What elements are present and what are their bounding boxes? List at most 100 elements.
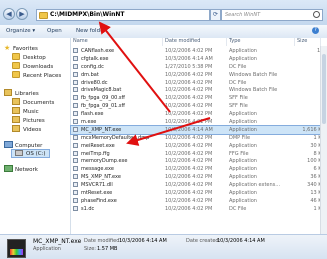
open-button[interactable]: Open	[47, 28, 62, 34]
file-name: phaseFind.exe	[81, 197, 117, 204]
organize-button[interactable]: Organize ▾	[6, 28, 35, 34]
file-icon	[73, 142, 78, 148]
file-row[interactable]: fb_fpga_09_00.sff 10/2/2006 4:02 PM SFF Fi…	[71, 94, 327, 102]
file-date: 10/2/2006 4:02 PM	[165, 134, 213, 141]
file-row[interactable]: config.dc 1/27/2010 5:38 PM DC File	[71, 63, 327, 71]
file-icon	[73, 134, 78, 140]
network-icon	[4, 165, 13, 172]
column-header-date-modified[interactable]: Date modified	[163, 38, 227, 46]
file-date: 10/2/2006 4:02 PM	[165, 87, 213, 94]
vertical-scrollbar[interactable]	[320, 46, 327, 234]
details-date-modified-label: Date modified:	[84, 238, 122, 244]
file-row[interactable]: driveMagic8.bat 10/2/2006 4:02 PM Windows …	[71, 86, 327, 94]
videos-icon	[12, 125, 20, 132]
scrollbar-thumb[interactable]	[322, 54, 326, 124]
new-folder-button[interactable]: New folder	[76, 28, 106, 34]
file-type: Application extens...	[229, 182, 281, 189]
details-file-type: Application	[33, 246, 61, 252]
file-row[interactable]: MSVCR71.dll 10/2/2006 4:02 PM Application …	[71, 181, 327, 189]
file-type: Application	[229, 197, 257, 204]
file-row[interactable]: drive80.dc 10/2/2006 4:02 PM DC File	[71, 79, 327, 87]
file-name: s1.dc	[81, 205, 95, 212]
file-name: mtReset.exe	[81, 190, 113, 197]
file-type: DC File	[229, 205, 247, 212]
file-row[interactable]: fb_fpga_09_01.sff 10/2/2006 4:02 PM SFF Fi…	[71, 102, 327, 110]
file-date: 10/2/2006 4:02 PM	[165, 174, 213, 181]
drive-icon	[15, 150, 23, 156]
file-row[interactable]: mcxMemoryDefaulted.dmp 10/2/2006 4:02 PM D…	[71, 134, 327, 142]
file-thumbnail	[7, 239, 26, 258]
file-list: Name Date modified Type Size CANflash.ex…	[70, 38, 327, 234]
file-row[interactable]: MC_XMP_NT.exe 10/3/2006 4:14 AM Applicatio…	[70, 124, 327, 135]
sidebar-item-music[interactable]: Music	[12, 107, 39, 115]
file-date: 10/3/2006 4:14 AM	[165, 55, 213, 62]
address-bar-area: ◀ ▶ C:\MIDMPX\Bin\WinNT ⟳ Search WinNT	[0, 0, 327, 25]
pictures-icon	[12, 116, 20, 123]
file-type: Application	[229, 126, 257, 133]
sidebar-item-computer[interactable]: Computer	[4, 141, 42, 149]
address-path: C:\MIDMPX\Bin\WinNT	[50, 11, 125, 18]
file-row[interactable]: flash.exe 10/2/2006 4:02 PM Application	[71, 110, 327, 118]
file-type: SFF File	[229, 95, 248, 102]
file-name: drive80.dc	[81, 79, 108, 86]
file-icon	[73, 111, 78, 117]
file-name: fb_fpga_09_00.sff	[81, 95, 125, 102]
file-row[interactable]: mtReset.exe 10/2/2006 4:02 PM Application 1…	[71, 189, 327, 197]
file-icon	[73, 150, 78, 156]
help-icon[interactable]: ?	[312, 27, 319, 34]
file-date: 10/2/2006 4:02 PM	[165, 197, 213, 204]
file-row[interactable]: meiTmp.ffg10/2/2006 4:02 PMFFG File8 KB	[71, 150, 327, 158]
file-icon	[73, 87, 78, 93]
explorer-window: ◀ ▶ C:\MIDMPX\Bin\WinNT ⟳ Search WinNT O…	[0, 0, 327, 259]
file-type: Application	[229, 142, 257, 149]
file-row[interactable]: phaseFind.exe 10/2/2006 4:02 PM Applicatio…	[71, 197, 327, 205]
back-button[interactable]: ◀	[3, 8, 15, 20]
sidebar-item-os-c[interactable]: OS (C:)	[11, 149, 50, 158]
file-type: Application	[229, 190, 257, 197]
sidebar-item-documents[interactable]: Documents	[12, 98, 54, 106]
file-name: flash.exe	[81, 111, 104, 118]
details-date-created-label: Date created:	[186, 238, 221, 244]
music-icon	[12, 107, 20, 114]
file-date: 10/2/2006 4:02 PM	[165, 142, 213, 149]
sidebar-item-desktop[interactable]: Desktop	[12, 53, 46, 61]
folder-icon	[39, 12, 48, 19]
refresh-button[interactable]: ⟳	[210, 9, 221, 21]
search-input[interactable]: Search WinNT	[221, 9, 323, 21]
file-row[interactable]: CANflash.exe 10/2/2006 4:02 PM Application…	[71, 47, 327, 55]
sidebar-item-favorites[interactable]: ★ Favorites	[4, 44, 38, 52]
sidebar-item-videos[interactable]: Videos	[12, 125, 41, 133]
file-date: 10/2/2006 4:02 PM	[165, 48, 213, 54]
file-name: meiReset.exe	[81, 142, 115, 149]
file-row[interactable]: memoryDump.exe 10/2/2006 4:02 PM Applicati…	[71, 157, 327, 165]
file-type: Application	[229, 55, 257, 62]
details-pane: MC_XMP_NT.exe Application Date modified:…	[0, 234, 327, 259]
sidebar-item-recent-places[interactable]: Recent Places	[12, 71, 61, 79]
star-icon: ★	[4, 44, 11, 52]
file-row[interactable]: s1.dc10/2/2006 4:02 PMDC File1 KB	[71, 205, 327, 213]
sidebar-item-network[interactable]: Network	[4, 165, 38, 173]
file-icon	[73, 174, 78, 180]
column-header-type[interactable]: Type	[227, 38, 295, 46]
column-header-name[interactable]: Name	[71, 38, 163, 46]
file-row[interactable]: meiReset.exe 10/2/2006 4:02 PM Application…	[71, 142, 327, 150]
column-header-size[interactable]: Size	[295, 38, 321, 46]
file-icon	[73, 95, 78, 101]
file-row[interactable]: cfgtalk.exe 10/3/2006 4:14 AM Application	[71, 55, 327, 63]
file-row[interactable]: MS_XMP_NT.exe 10/2/2006 4:02 PM Applicatio…	[71, 173, 327, 181]
sidebar-item-pictures[interactable]: Pictures	[12, 116, 45, 124]
sidebar-item-libraries[interactable]: Libraries	[4, 89, 39, 97]
file-icon	[73, 182, 78, 188]
forward-button[interactable]: ▶	[16, 8, 28, 20]
file-row[interactable]: dm.bat 10/2/2006 4:02 PM Windows Batch Fil…	[71, 71, 327, 79]
address-input[interactable]: C:\MIDMPX\Bin\WinNT	[36, 9, 210, 21]
sidebar-item-downloads[interactable]: Downloads	[12, 62, 53, 70]
recent-places-icon	[12, 71, 20, 78]
file-row[interactable]: message.exe 10/2/2006 4:02 PM Application 6…	[71, 165, 327, 173]
file-row[interactable]: m.exe 10/2/2006 4:02 PM Application	[71, 118, 327, 126]
file-icon	[73, 158, 78, 164]
file-name: fb_fpga_09_01.sff	[81, 103, 125, 110]
file-type: Windows Batch File	[229, 71, 278, 78]
file-type: Windows Batch File	[229, 87, 278, 94]
file-type: Application	[229, 48, 257, 54]
